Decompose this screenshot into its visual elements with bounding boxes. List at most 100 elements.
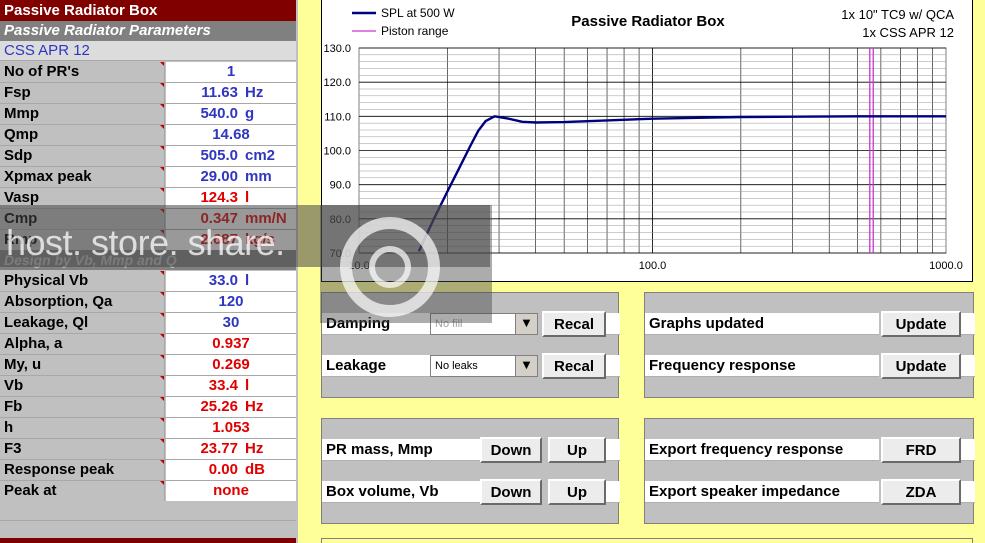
param-row: Response peak 0.00 dB: [0, 460, 296, 481]
param-value-cell[interactable]: 120: [166, 292, 296, 312]
leakage-cell-stub: [606, 355, 620, 377]
param-label: Alpha, a: [0, 334, 165, 354]
param-label: Physical Vb: [0, 271, 165, 291]
param-value: 0.00: [208, 461, 238, 478]
watermark-text: host. store. share.: [6, 222, 285, 263]
param-row: No of PR's 1: [0, 62, 296, 83]
param-unit: Hz: [245, 84, 264, 101]
param-value-cell[interactable]: 11.63 Hz: [166, 83, 296, 103]
param-value-cell[interactable]: 33.4 l: [166, 376, 296, 396]
parameter-sheet: Passive Radiator Box Passive Radiator Pa…: [0, 0, 298, 543]
param-value-cell[interactable]: 29.00 mm: [166, 167, 296, 187]
photobucket-logo-icon: [340, 217, 440, 317]
param-value-cell[interactable]: 23.77 Hz: [166, 439, 296, 459]
chart-title: Passive Radiator Box: [571, 13, 725, 30]
pr-mass-up-button[interactable]: Up: [548, 437, 606, 463]
param-row: Sdp 505.0 cm2: [0, 146, 296, 167]
leakage-select-value: No leaks: [435, 360, 478, 372]
param-value-cell[interactable]: 0.269: [166, 355, 296, 375]
pr-mass-down-button[interactable]: Down: [480, 437, 542, 463]
leakage-select[interactable]: No leaks ▼: [430, 355, 538, 377]
param-value-cell[interactable]: 1.053: [166, 418, 296, 438]
sheet-bottom-row: [0, 501, 296, 521]
damping-recal-button[interactable]: Recal: [542, 311, 606, 337]
box-volume-up-button[interactable]: Up: [548, 479, 606, 505]
param-row: My, u 0.269: [0, 355, 296, 376]
param-unit: dB: [245, 461, 265, 478]
param-label: Fsp: [0, 83, 165, 103]
update-panel: Graphs updated Update Frequency response…: [644, 292, 975, 398]
param-row: F3 23.77 Hz: [0, 439, 296, 460]
param-value-cell[interactable]: 505.0 cm2: [166, 146, 296, 166]
mass-volume-panel: PR mass, Mmp Down Up Box volume, Vb Down…: [321, 418, 620, 524]
param-value-cell[interactable]: 14.68: [166, 125, 296, 145]
box-volume-label: Box volume, Vb: [322, 481, 480, 503]
y-tick-label: 110.0: [324, 111, 351, 123]
param-value-cell[interactable]: 1: [166, 62, 296, 82]
param-row: Fsp 11.63 Hz: [0, 83, 296, 104]
export-frd-button[interactable]: FRD: [881, 437, 961, 463]
export-zda-button[interactable]: ZDA: [881, 479, 961, 505]
param-value-cell[interactable]: 0.937: [166, 334, 296, 354]
param-label: Mmp: [0, 104, 165, 124]
export-zda-cell-stub: [961, 481, 975, 503]
leakage-recal-button[interactable]: Recal: [542, 353, 606, 379]
legend-label: SPL at 500 W: [381, 6, 455, 20]
chevron-down-icon[interactable]: ▼: [515, 356, 537, 376]
param-value: 25.26: [200, 398, 238, 415]
export-frd-cell-stub: [961, 439, 975, 461]
param-label: Qmp: [0, 125, 165, 145]
legend-label: Piston range: [381, 24, 449, 38]
param-value: 29.00: [200, 168, 238, 185]
param-value: 1: [226, 63, 236, 80]
param-value: 540.0: [200, 105, 238, 122]
frequency-response-label: Frequency response: [645, 355, 879, 377]
param-label: Vb: [0, 376, 165, 396]
param-value: none: [213, 482, 249, 499]
x-tick-label: 100.0: [639, 260, 667, 272]
param-value: 23.77: [200, 440, 238, 457]
param-row: Vb 33.4 l: [0, 376, 296, 397]
param-label: Xpmax peak: [0, 167, 165, 187]
param-value: 14.68: [212, 126, 250, 143]
param-value-cell[interactable]: 540.0 g: [166, 104, 296, 124]
param-row: Xpmax peak 29.00 mm: [0, 167, 296, 188]
param-label: F3: [0, 439, 165, 459]
y-tick-label: 100.0: [323, 146, 351, 158]
param-value-cell[interactable]: 30: [166, 313, 296, 333]
pr-model-name[interactable]: CSS APR 12: [0, 41, 296, 61]
param-value: 120: [218, 293, 244, 310]
pr-mass-label: PR mass, Mmp: [322, 439, 480, 461]
param-unit: Hz: [245, 440, 264, 457]
param-value-cell[interactable]: 33.0 l: [166, 271, 296, 291]
param-row: Alpha, a 0.937: [0, 334, 296, 355]
sheet-bottom-bar: [0, 538, 296, 543]
param-row: h 1.053: [0, 418, 296, 439]
param-row: Absorption, Qa 120: [0, 292, 296, 313]
box-volume-down-button[interactable]: Down: [480, 479, 542, 505]
param-value-cell[interactable]: none: [166, 481, 296, 501]
param-unit: l: [245, 377, 250, 394]
chevron-down-icon[interactable]: ▼: [515, 314, 537, 334]
sheet-title: Passive Radiator Box: [0, 0, 296, 21]
param-value: 11.63: [201, 84, 238, 101]
frequency-update-button[interactable]: Update: [881, 353, 961, 379]
param-value: 30: [222, 314, 240, 331]
param-value: 33.0: [208, 272, 238, 289]
param-unit: l: [245, 272, 250, 289]
param-value-cell[interactable]: 0.00 dB: [166, 460, 296, 480]
param-unit: g: [245, 105, 255, 122]
box-volume-cell-stub: [606, 481, 620, 503]
leakage-label: Leakage: [322, 355, 430, 377]
param-value-cell[interactable]: 25.26 Hz: [166, 397, 296, 417]
param-unit: mm: [245, 168, 272, 185]
param-label: My, u: [0, 355, 165, 375]
param-row: Peak at none: [0, 481, 296, 502]
y-tick-label: 90.0: [330, 180, 351, 192]
graphs-update-button[interactable]: Update: [881, 311, 961, 337]
param-label: No of PR's: [0, 62, 165, 82]
export-frequency-label: Export frequency response: [645, 439, 879, 461]
param-label: Fb: [0, 397, 165, 417]
param-label: Peak at: [0, 481, 165, 501]
damping-cell-stub: [606, 313, 620, 335]
